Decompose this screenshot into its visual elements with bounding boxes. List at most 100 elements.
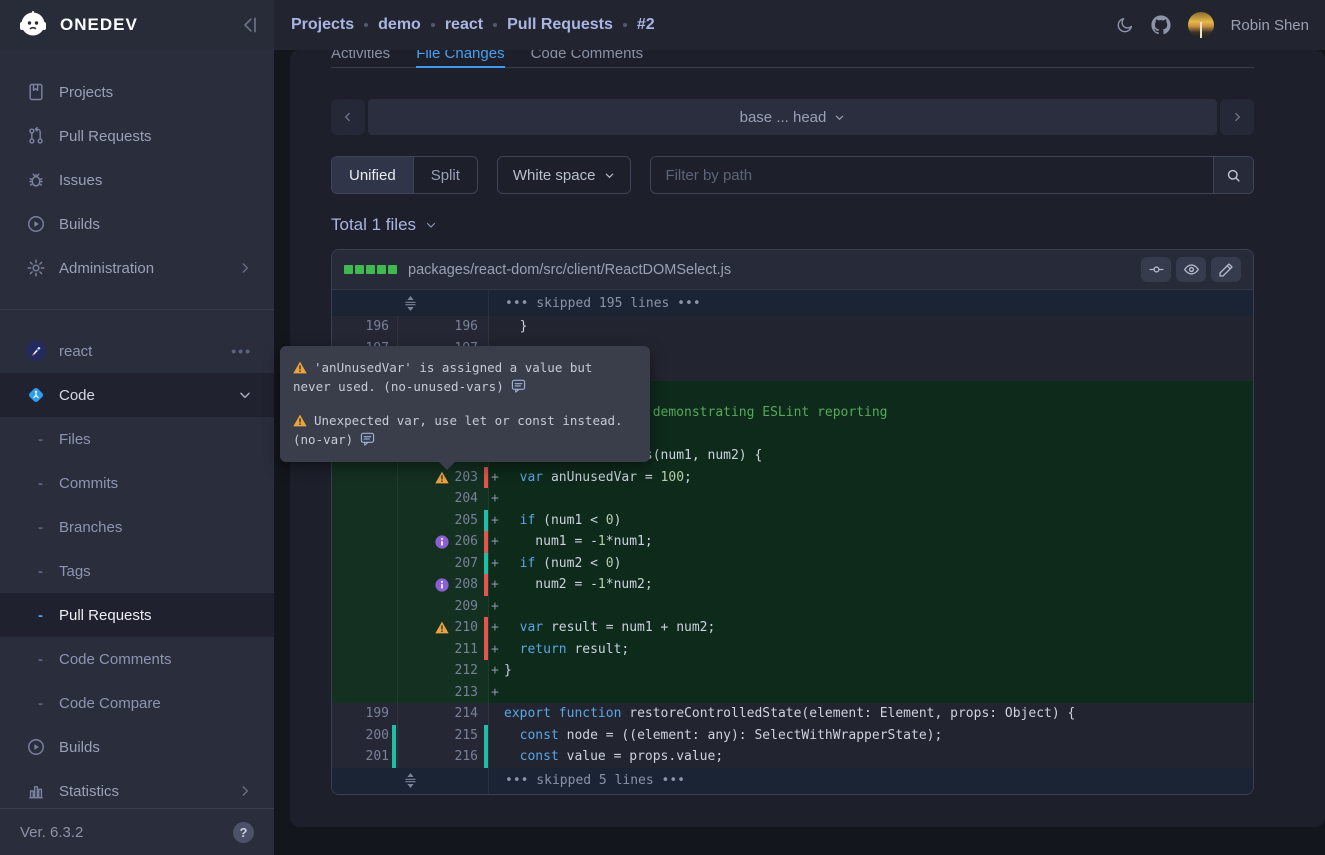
breadcrumb-item-pull-requests[interactable]: Pull Requests xyxy=(507,16,613,34)
sidebar-subitem-files[interactable]: -Files xyxy=(0,417,274,461)
dark-mode-moon-icon[interactable] xyxy=(1116,16,1134,34)
diff-new-gutter: 204 xyxy=(398,488,489,510)
breadcrumb-item-demo[interactable]: demo xyxy=(378,16,421,34)
new-line-number[interactable]: 210 xyxy=(455,617,478,639)
new-line-number[interactable]: 204 xyxy=(455,488,478,510)
revision-range-selector[interactable]: base ... head xyxy=(368,99,1217,135)
split-view-button[interactable]: Split xyxy=(413,157,477,193)
info-icon[interactable] xyxy=(435,535,449,549)
search-icon[interactable] xyxy=(1213,157,1253,193)
new-line-number[interactable]: 196 xyxy=(455,316,478,338)
new-line-number[interactable]: 207 xyxy=(455,553,478,575)
new-line-number[interactable]: 211 xyxy=(455,639,478,661)
new-line-number[interactable]: 205 xyxy=(455,510,478,532)
diff-controls: Unified Split White space xyxy=(331,156,1254,194)
line-marker-red xyxy=(484,617,488,639)
added-change-block xyxy=(355,265,364,274)
sidebar-subitem-code-comments[interactable]: -Code Comments xyxy=(0,637,274,681)
old-line-number[interactable]: 201 xyxy=(366,746,389,768)
tab-code-comments[interactable]: Code Comments xyxy=(531,50,644,67)
whitespace-label: White space xyxy=(513,167,596,184)
sidebar-subitem-label: Branches xyxy=(59,519,252,536)
whitespace-dropdown[interactable]: White space xyxy=(497,156,632,194)
diff-line-row: 201216 const value = props.value; xyxy=(332,746,1253,768)
diff-line-row: 206+ num1 = -1*num1; xyxy=(332,531,1253,553)
eye-icon[interactable] xyxy=(1176,257,1206,282)
expand-lines-icon[interactable] xyxy=(404,296,417,311)
breadcrumb-item-2[interactable]: #2 xyxy=(637,16,655,34)
sidebar-subitem-label: Tags xyxy=(59,563,252,580)
new-line-number[interactable]: 215 xyxy=(455,725,478,747)
code-token: } xyxy=(504,319,527,334)
expand-skipped-lines[interactable] xyxy=(332,768,489,794)
warning-icon[interactable] xyxy=(435,470,449,484)
unified-view-button[interactable]: Unified xyxy=(332,157,413,193)
total-files-toggle[interactable]: Total 1 files xyxy=(331,215,1254,235)
path-filter-input[interactable] xyxy=(651,157,1213,193)
project-menu-dots-icon[interactable]: ••• xyxy=(231,343,252,359)
sidebar-item-pull-requests[interactable]: Pull Requests xyxy=(0,114,274,158)
warning-icon[interactable] xyxy=(435,621,449,635)
line-marker-teal xyxy=(392,746,396,768)
add-comment-icon[interactable] xyxy=(511,378,526,393)
diff-line-row: 207+ if (num2 < 0) xyxy=(332,553,1253,575)
next-commit-button[interactable] xyxy=(1220,99,1254,135)
tab-activities[interactable]: Activities xyxy=(331,50,390,67)
user-name[interactable]: Robin Shen xyxy=(1231,17,1309,34)
new-line-number[interactable]: 203 xyxy=(455,467,478,489)
diff-sign: + xyxy=(491,682,504,704)
diff-old-gutter xyxy=(332,488,398,510)
new-line-number[interactable]: 214 xyxy=(455,703,478,725)
diff-old-gutter xyxy=(332,510,398,532)
skipped-lines-label: ••• skipped 5 lines ••• xyxy=(489,773,685,788)
file-path[interactable]: packages/react-dom/src/client/ReactDOMSe… xyxy=(408,262,1136,278)
sidebar-subitem-label: Pull Requests xyxy=(59,607,252,624)
sidebar-subitem-code-compare[interactable]: -Code Compare xyxy=(0,681,274,725)
code-token: export xyxy=(504,706,551,721)
diff-old-gutter: 199 xyxy=(332,703,398,725)
new-line-number[interactable]: 208 xyxy=(455,574,478,596)
sidebar-item-builds[interactable]: Builds xyxy=(0,725,274,769)
sidebar-item-statistics[interactable]: Statistics xyxy=(0,769,274,813)
user-avatar[interactable] xyxy=(1188,12,1214,38)
sidebar-item-issues[interactable]: Issues xyxy=(0,158,274,202)
help-icon[interactable]: ? xyxy=(233,822,254,843)
edit-pencil-icon[interactable] xyxy=(1211,257,1241,282)
new-line-number[interactable]: 206 xyxy=(455,531,478,553)
old-line-number[interactable]: 200 xyxy=(366,725,389,747)
sidebar-subitem-tags[interactable]: -Tags xyxy=(0,549,274,593)
sidebar-item-projects[interactable]: Projects xyxy=(0,70,274,114)
new-line-number[interactable]: 216 xyxy=(455,746,478,768)
header-actions: Robin Shen xyxy=(1116,0,1325,50)
sidebar-project-react[interactable]: react ••• xyxy=(0,329,274,373)
diff-code-line: + return result; xyxy=(489,639,1253,661)
expand-lines-icon[interactable] xyxy=(404,773,417,788)
breadcrumb-item-projects[interactable]: Projects xyxy=(291,16,354,34)
new-line-number[interactable]: 213 xyxy=(455,682,478,704)
commit-icon[interactable] xyxy=(1141,257,1171,282)
tab-file-changes[interactable]: File Changes xyxy=(416,50,504,68)
subitem-dash-icon: - xyxy=(38,651,59,668)
old-line-number[interactable]: 196 xyxy=(366,316,389,338)
new-line-number[interactable]: 209 xyxy=(455,596,478,618)
info-icon[interactable] xyxy=(435,578,449,592)
sidebar-item-builds[interactable]: Builds xyxy=(0,202,274,246)
diff-code-line: + var result = num1 + num2; xyxy=(489,617,1253,639)
sidebar-section-code[interactable]: Code xyxy=(0,373,274,417)
diff-code-line: export function restoreControlledState(e… xyxy=(489,703,1253,725)
chevron-down-icon xyxy=(604,170,615,181)
diff-sign: + xyxy=(491,510,504,532)
breadcrumb-item-react[interactable]: react xyxy=(445,16,483,34)
add-comment-icon[interactable] xyxy=(360,431,375,446)
sidebar-item-administration[interactable]: Administration xyxy=(0,246,274,290)
sidebar-subitem-branches[interactable]: -Branches xyxy=(0,505,274,549)
sidebar-subitem-commits[interactable]: -Commits xyxy=(0,461,274,505)
sidebar-subitem-pull-requests[interactable]: -Pull Requests xyxy=(0,593,274,637)
prev-commit-button[interactable] xyxy=(331,99,365,135)
old-line-number[interactable]: 199 xyxy=(366,703,389,725)
expand-skipped-lines[interactable] xyxy=(332,290,489,316)
new-line-number[interactable]: 212 xyxy=(455,660,478,682)
sidebar-collapse-icon[interactable] xyxy=(240,15,260,35)
diff-sign: + xyxy=(491,660,504,682)
github-icon[interactable] xyxy=(1151,15,1171,35)
